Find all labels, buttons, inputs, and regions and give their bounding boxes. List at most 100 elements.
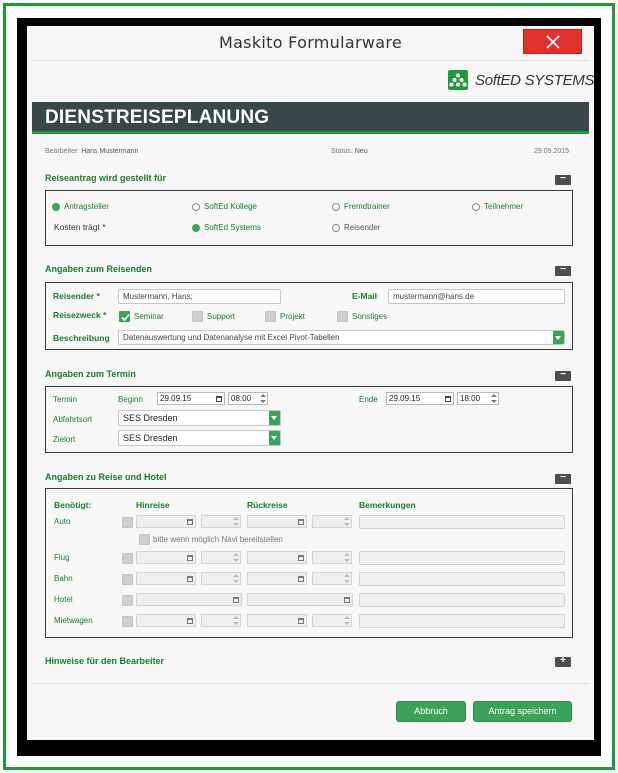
calendar-icon[interactable]: [298, 519, 304, 525]
calendar-icon[interactable]: [298, 618, 304, 624]
window-title: Maskito Formularware: [218, 33, 403, 52]
beginn-date-input[interactable]: 29.09.15: [157, 392, 225, 405]
ende-date-input[interactable]: 29.09.15: [386, 392, 454, 405]
checkbox-sonstiges-label: Sonstiges: [352, 312, 388, 321]
section-reise-hotel-collapse-button[interactable]: −: [555, 472, 571, 484]
calendar-icon[interactable]: [216, 396, 222, 402]
flug-rueckreise-time[interactable]: [312, 551, 352, 564]
email-input[interactable]: mustermann@hans.de: [388, 289, 565, 304]
mietwagen-rueckreise-time[interactable]: [312, 614, 352, 627]
radio-teilnehmer[interactable]: [472, 203, 480, 211]
zielort-dropdown[interactable]: SES Dresden: [118, 430, 281, 446]
section-reisender-collapse-button[interactable]: −: [555, 264, 571, 276]
spinner-icon[interactable]: [233, 553, 239, 562]
checkbox-projekt[interactable]: [265, 311, 276, 322]
auto-bemerkungen[interactable]: [359, 515, 565, 529]
flug-hinreise-date[interactable]: [136, 551, 196, 564]
hotel-bemerkungen[interactable]: [359, 593, 565, 607]
section-antrag-collapse-button[interactable]: −: [555, 173, 571, 185]
abfahrtsort-dropdown[interactable]: SES Dresden: [118, 410, 281, 426]
mietwagen-bemerkungen[interactable]: [359, 614, 565, 628]
checkbox-navi[interactable]: [139, 534, 150, 545]
spinner-icon[interactable]: [233, 517, 239, 526]
chevron-down-icon[interactable]: [269, 431, 280, 445]
save-button[interactable]: Antrag speichern: [473, 701, 572, 722]
bearbeiter-value: Hans Mustermann: [81, 148, 139, 155]
beginn-time-value: 08:00: [231, 394, 252, 403]
radio-antragsteller[interactable]: [52, 203, 60, 211]
spinner-icon[interactable]: [344, 574, 350, 583]
hotel-abreise-date[interactable]: [247, 593, 353, 606]
checkbox-projekt-label: Projekt: [280, 312, 305, 321]
checkbox-seminar[interactable]: [119, 311, 130, 322]
mietwagen-hinreise-time[interactable]: [201, 614, 241, 627]
status-label: Status:: [331, 148, 353, 155]
spinner-icon[interactable]: [344, 616, 350, 625]
beginn-time-input[interactable]: 08:00: [228, 392, 268, 405]
auto-hinreise-time[interactable]: [201, 515, 241, 528]
checkbox-hotel[interactable]: [122, 595, 133, 606]
calendar-icon[interactable]: [298, 576, 304, 582]
section-termin-collapse-button[interactable]: −: [555, 369, 571, 381]
auto-hinreise-date[interactable]: [136, 515, 196, 528]
checkbox-auto[interactable]: [122, 517, 133, 528]
checkbox-support[interactable]: [192, 311, 203, 322]
calendar-icon[interactable]: [445, 396, 451, 402]
mietwagen-rueckreise-date[interactable]: [247, 614, 307, 627]
auto-rueckreise-date[interactable]: [247, 515, 307, 528]
close-button[interactable]: [523, 29, 582, 54]
spinner-icon[interactable]: [260, 394, 266, 403]
radio-antragsteller-label: Antragsteller: [64, 202, 109, 211]
calendar-icon[interactable]: [187, 555, 193, 561]
reisezweck-label: Reisezweck *: [53, 310, 107, 320]
ende-time-input[interactable]: 18:00: [457, 392, 499, 405]
chevron-down-icon[interactable]: [553, 331, 564, 344]
bahn-hinreise-time[interactable]: [201, 572, 241, 585]
checkbox-support-label: Support: [207, 312, 236, 321]
chevron-down-icon[interactable]: [269, 411, 280, 425]
calendar-icon[interactable]: [298, 555, 304, 561]
beschreibung-dropdown[interactable]: Datenauswertung und Datenanalyse mit Exc…: [118, 330, 565, 345]
reisender-input[interactable]: Mustermann, Hans;: [118, 289, 281, 304]
close-icon: [546, 35, 560, 49]
calendar-icon[interactable]: [233, 597, 239, 603]
cancel-button[interactable]: Abbruch: [396, 701, 466, 722]
spinner-icon[interactable]: [491, 394, 497, 403]
checkbox-bahn[interactable]: [122, 574, 133, 585]
spinner-icon[interactable]: [233, 616, 239, 625]
section-hinweise-title: Hinweise für den Bearbeiter: [45, 656, 165, 666]
calendar-icon[interactable]: [344, 597, 350, 603]
radio-kosten-reisender[interactable]: [332, 224, 340, 232]
radio-teilnehmer-label: Teilnehmer: [484, 202, 524, 211]
divider: [32, 60, 589, 61]
kosten-label: Kosten trägt *: [54, 222, 106, 232]
flug-hinreise-time[interactable]: [201, 551, 241, 564]
section-reisender-title: Angaben zum Reisenden: [45, 264, 153, 274]
checkbox-sonstiges[interactable]: [337, 311, 348, 322]
radio-softed-kollege[interactable]: [192, 203, 200, 211]
checkbox-mietwagen[interactable]: [122, 616, 133, 627]
hotel-anreise-date[interactable]: [136, 593, 242, 606]
spinner-icon[interactable]: [233, 574, 239, 583]
radio-fremdtrainer[interactable]: [332, 203, 340, 211]
flug-bemerkungen[interactable]: [359, 551, 565, 565]
bahn-hinreise-date[interactable]: [136, 572, 196, 585]
calendar-icon[interactable]: [187, 519, 193, 525]
bahn-bemerkungen[interactable]: [359, 572, 565, 586]
radio-kosten-softed[interactable]: [192, 224, 200, 232]
auto-rueckreise-time[interactable]: [312, 515, 352, 528]
spinner-icon[interactable]: [344, 553, 350, 562]
checkbox-flug[interactable]: [122, 553, 133, 564]
mietwagen-hinreise-date[interactable]: [136, 614, 196, 627]
calendar-icon[interactable]: [187, 576, 193, 582]
bahn-rueckreise-date[interactable]: [247, 572, 307, 585]
email-label: E-Mail: [352, 291, 378, 301]
calendar-icon[interactable]: [187, 618, 193, 624]
flug-rueckreise-date[interactable]: [247, 551, 307, 564]
bahn-rueckreise-time[interactable]: [312, 572, 352, 585]
section-reise-hotel-box: Benötigt: Hinreise Rückreise Bemerkungen…: [45, 488, 573, 638]
spinner-icon[interactable]: [344, 517, 350, 526]
page-banner: DIENSTREISEPLANUNG: [32, 102, 589, 134]
section-hinweise-expand-button[interactable]: +: [555, 655, 571, 667]
section-termin-title: Angaben zum Termin: [45, 369, 136, 379]
